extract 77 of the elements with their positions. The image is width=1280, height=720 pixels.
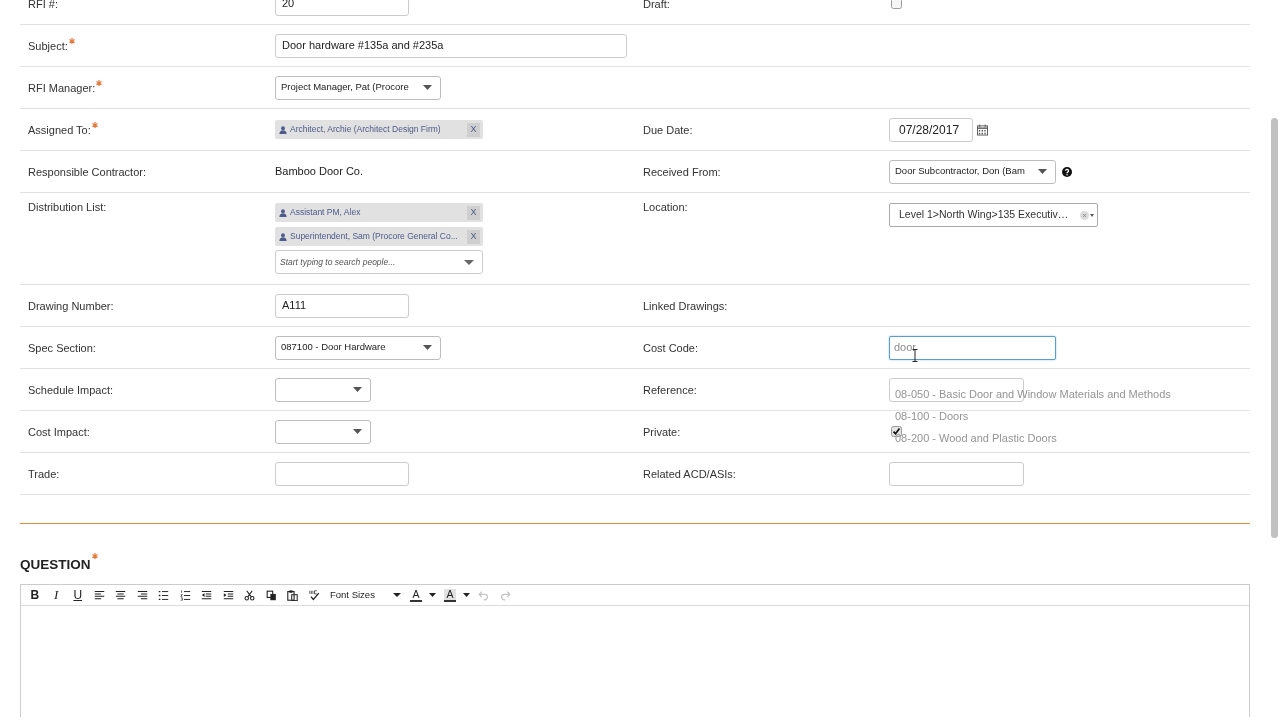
field-label: Drawing Number: [28,298,114,314]
paste-icon [287,589,299,601]
bullet-list-icon [158,589,170,601]
field-label: Responsible Contractor: [28,164,146,180]
field-label: Linked Drawings: [643,298,728,314]
location-select[interactable]: Level 1>North Wing>135 Executiv… [889,203,1098,227]
text-input[interactable] [889,461,1024,486]
highlight-color-button[interactable]: A [439,586,473,604]
field-label: Location: [643,200,688,215]
select-dropdown[interactable]: Door Subcontractor, Don (Bam [889,159,1056,184]
scissors-icon [244,589,256,601]
person-icon [279,232,287,241]
help-icon[interactable] [1062,166,1072,177]
field-label: Spec Section: [28,340,96,356]
numbered-list-icon [179,589,191,601]
field-value: Bamboo Door Co. [275,164,364,180]
people-search-field[interactable]: Start typing to search people... [275,250,483,274]
indent-icon [222,589,234,601]
date-input[interactable]: 07/28/2017 [889,117,973,142]
text-input[interactable] [275,461,409,486]
field-label: Cost Impact: [28,424,90,440]
tag-label: Assistant PM, Alex [290,206,362,219]
font-size-dropdown[interactable]: Font Sizes [325,586,405,604]
field-label: Subject: [28,38,68,54]
field-label: Due Date: [643,122,693,138]
person-icon [279,125,287,134]
field-label: Schedule Impact: [28,382,113,398]
text-input[interactable]: Door hardware #135a and #235a [275,33,627,58]
tag-label: Superintendent, Sam (Procore General Co... [290,230,459,243]
text-input[interactable]: A111 [275,293,409,318]
caret-icon [423,345,432,350]
remove-tag-button[interactable]: X [467,229,480,244]
caret-icon [1038,169,1047,174]
field-label: Private: [643,424,681,440]
caret-icon [462,593,470,597]
field-label: Received From: [643,164,721,180]
caret-icon [353,429,362,434]
undo-icon [478,589,490,601]
caret-icon [1090,213,1094,217]
calendar-icon[interactable] [977,123,988,136]
field-label: RFI #: [28,0,58,12]
select-dropdown[interactable]: Project Manager, Pat (Procore [275,75,441,100]
text-color-button[interactable]: A [405,586,439,604]
section-title: QUESTION [20,557,91,573]
remove-tag-button[interactable]: X [467,205,480,220]
caret-icon [423,85,432,90]
spellcheck-icon [308,589,320,601]
outdent-icon [201,589,213,601]
person-icon [279,208,287,217]
field-label: Related ACD/ASIs: [643,466,736,482]
clear-icon[interactable] [1080,210,1089,220]
align-right-icon [136,589,148,601]
field-label: Trade: [28,466,60,482]
select-dropdown[interactable]: 087100 - Door Hardware [275,335,441,360]
field-label: RFI Manager: [28,80,96,96]
bold-button[interactable]: B [24,586,46,604]
italic-button[interactable]: I [45,586,67,604]
caret-icon [353,387,362,392]
copy-icon [265,589,277,601]
cost-code-input[interactable]: door [889,335,1056,360]
field-label: Cost Code: [643,340,699,356]
scrollbar-thumb[interactable] [1271,118,1278,538]
field-label: Distribution List: [28,200,107,215]
field-label: Draft: [643,0,670,12]
remove-tag-button[interactable]: X [467,122,480,137]
field-label: Reference: [643,382,697,398]
text-input[interactable]: 20 [275,0,409,16]
field-label: Assigned To: [28,122,91,138]
caret-icon [393,593,401,597]
checkbox[interactable] [891,0,902,9]
align-left-icon [93,589,105,601]
caret-icon [428,593,436,597]
tag-label: Architect, Archie (Architect Design Firm) [290,123,442,136]
align-center-icon [115,589,127,601]
redo-icon [499,589,511,601]
caret-icon [464,259,474,265]
underline-button[interactable]: U [67,586,89,604]
